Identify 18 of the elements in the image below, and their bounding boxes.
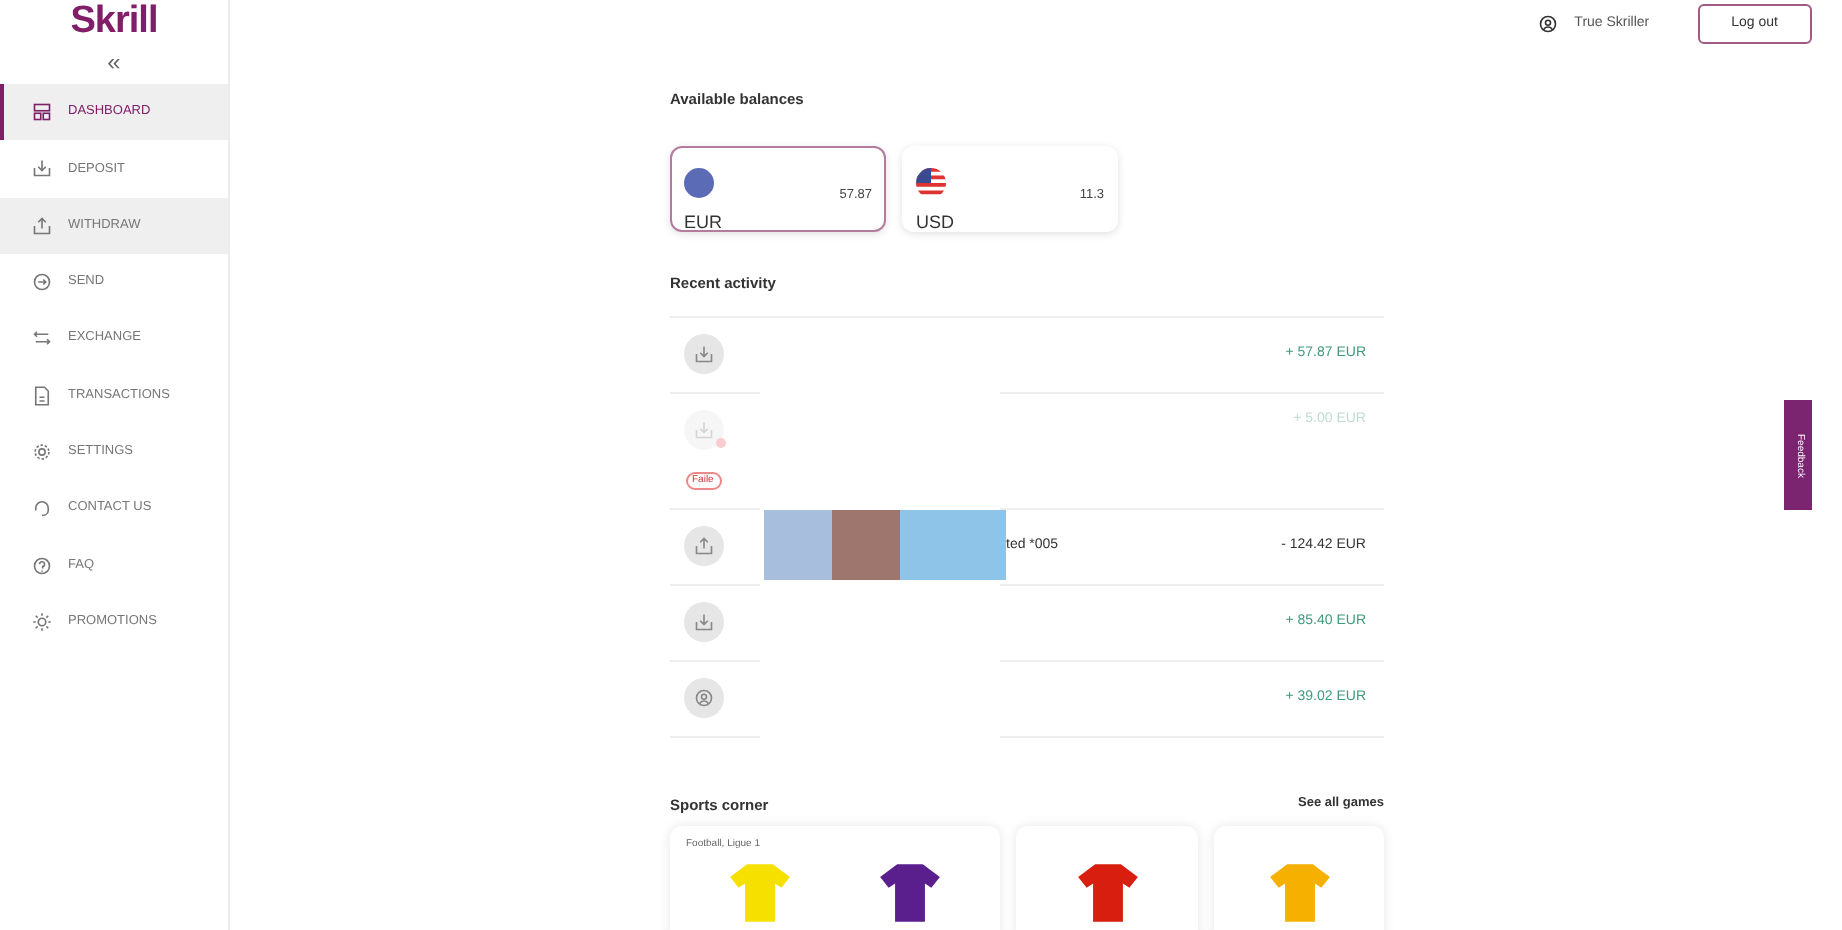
flag-icon xyxy=(684,167,714,198)
currency-code: USD xyxy=(916,210,955,237)
arrow-circle-icon xyxy=(32,272,52,293)
logo: Skrill xyxy=(68,0,160,44)
exchange-icon xyxy=(32,328,52,349)
match-card[interactable] xyxy=(1016,825,1198,930)
settings-icon xyxy=(32,441,52,462)
document-icon xyxy=(32,385,52,406)
currency-code: EUR xyxy=(684,210,723,237)
dashboard-icon xyxy=(32,102,52,123)
user-icon xyxy=(1538,14,1559,34)
flag-icon xyxy=(916,167,946,198)
tray-down-icon xyxy=(32,158,52,179)
sun-icon xyxy=(32,611,52,632)
headset-icon xyxy=(32,498,52,519)
question-icon xyxy=(32,555,52,576)
collapse-button[interactable]: « xyxy=(99,48,129,76)
tray-up-icon xyxy=(32,215,52,236)
